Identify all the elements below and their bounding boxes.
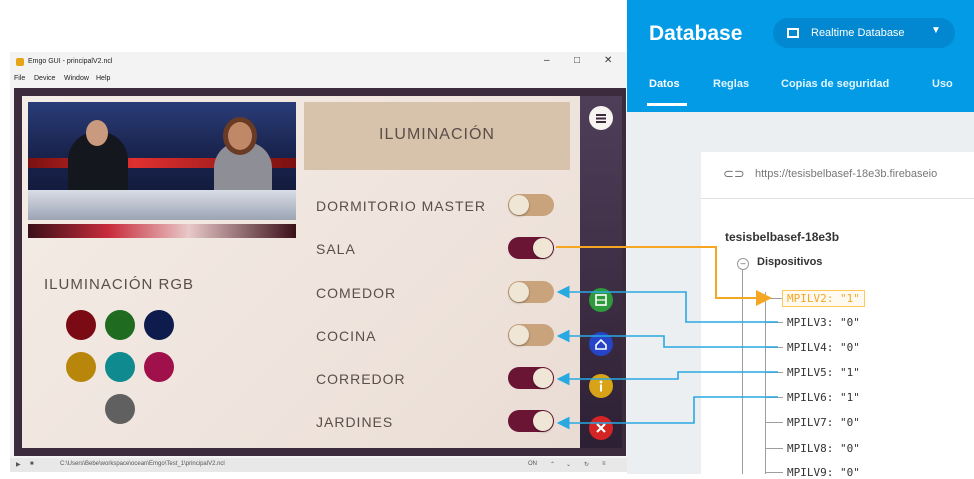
toggle-cocina[interactable] [508,324,554,346]
tree-item-mpilv8[interactable]: MPILV8: "0" [787,442,860,455]
rgb-title: ILUMINACIÓN RGB [44,276,195,293]
tree-item-mpilv4[interactable]: MPILV4: "0" [787,341,860,354]
app-frame: ILUMINACIÓN RGB ILUMINACIÓN DORMITORIO M… [14,88,626,456]
tab-uso[interactable]: Uso [932,78,953,90]
tree-item-mpilv6[interactable]: MPILV6: "1" [787,391,860,404]
menu-file[interactable]: File [14,75,25,82]
rgb-color-teal[interactable] [105,352,135,382]
rgb-color-gold[interactable] [66,352,96,382]
url-row: ⊂⊃ https://tesisbelbasef-18e3b.firebasei… [701,152,974,199]
room-label-comedor: COMEDOR [316,285,397,301]
refresh-icon[interactable]: ↻ [584,461,589,468]
app-window: Emgo GUI - principalV2.ncl – □ ✕ File De… [10,52,627,472]
tree-item-mpilv2[interactable]: MPILV2: "1" [782,290,865,307]
active-tab-indicator [647,103,687,106]
menu-window[interactable]: Window [64,75,89,82]
maximize-button[interactable]: □ [574,55,580,66]
firebase-header: Database Realtime Database ▼ Datos Regla… [627,0,974,112]
play-icon[interactable]: ▶ [16,461,21,468]
firebase-console: Database Realtime Database ▼ Datos Regla… [627,0,974,479]
toggle-comedor[interactable] [508,281,554,303]
firebase-title: Database [649,22,743,45]
stop-icon[interactable]: ■ [30,461,34,467]
tab-copias-de-seguridad[interactable]: Copias de seguridad [781,78,889,90]
collapse-icon[interactable]: – [737,258,749,270]
tree-node-dispositivos[interactable]: Dispositivos [757,256,822,268]
link-icon[interactable]: ⊂⊃ [723,166,745,182]
tree-item-mpilv9[interactable]: MPILV9: "0" [787,466,860,479]
status-path: C:\Users\Bebe\workspace\ocean\Emgo\Test_… [60,461,225,467]
minimize-button[interactable]: – [544,55,550,66]
room-label-jardines: JARDINES [316,414,394,430]
rgb-color-gray[interactable] [105,394,135,424]
menu-help[interactable]: Help [96,75,110,82]
tree-item-mpilv3[interactable]: MPILV3: "0" [787,316,860,329]
window-title: Emgo GUI - principalV2.ncl [28,58,113,65]
database-selector[interactable]: Realtime Database ▼ [773,18,955,48]
tv-video [28,102,296,220]
tab-datos[interactable]: Datos [649,78,680,90]
database-url[interactable]: https://tesisbelbasef-18e3b.firebaseio [755,168,937,180]
status-toggle-label[interactable]: ON [528,461,537,467]
room-label-dormitorio-master: DORMITORIO MASTER [316,198,486,214]
list-icon[interactable]: ≡ [602,461,606,467]
menu-icon[interactable] [589,106,613,130]
app-content: ILUMINACIÓN RGB ILUMINACIÓN DORMITORIO M… [22,96,580,448]
room-label-corredor: CORREDOR [316,371,406,387]
tree-root[interactable]: tesisbelbasef-18e3b [725,230,839,244]
illumination-title: ILUMINACIÓN [379,126,495,143]
rgb-color-magenta[interactable] [144,352,174,382]
grid-icon[interactable] [589,288,613,312]
close-icon[interactable] [589,416,613,440]
app-logo-icon [16,58,24,66]
toggle-dormitorio-master[interactable] [508,194,554,216]
menu-bar: File Device Window Help [10,72,627,86]
tv-ticker-bar [28,224,296,238]
toggle-corredor[interactable] [508,367,554,389]
menu-device[interactable]: Device [34,75,55,82]
close-window-button[interactable]: ✕ [604,55,612,66]
toggle-jardines[interactable] [508,410,554,432]
rgb-color-navy[interactable] [144,310,174,340]
data-card: ⊂⊃ https://tesisbelbasef-18e3b.firebasei… [701,152,974,479]
illumination-header: ILUMINACIÓN [304,102,570,170]
toggle-sala[interactable] [508,237,554,259]
nav-down-icon[interactable]: ⌄ [566,461,571,468]
database-icon [787,28,799,38]
info-icon[interactable] [589,374,613,398]
chevron-down-icon: ▼ [931,25,941,36]
nav-up-icon[interactable]: ⌃ [550,461,555,468]
rgb-color-dark-red[interactable] [66,310,96,340]
tree-item-mpilv5[interactable]: MPILV5: "1" [787,366,860,379]
tree-item-mpilv7[interactable]: MPILV7: "0" [787,416,860,429]
database-selector-label: Realtime Database [811,27,905,39]
room-label-sala: SALA [316,241,356,257]
status-bar: ▶ ■ C:\Users\Bebe\workspace\ocean\Emgo\T… [10,458,627,472]
side-nav [580,96,622,448]
home-icon[interactable] [589,332,613,356]
tab-reglas[interactable]: Reglas [713,78,749,90]
room-label-cocina: COCINA [316,328,377,344]
rgb-color-green[interactable] [105,310,135,340]
window-titlebar: Emgo GUI - principalV2.ncl – □ ✕ [10,52,627,72]
